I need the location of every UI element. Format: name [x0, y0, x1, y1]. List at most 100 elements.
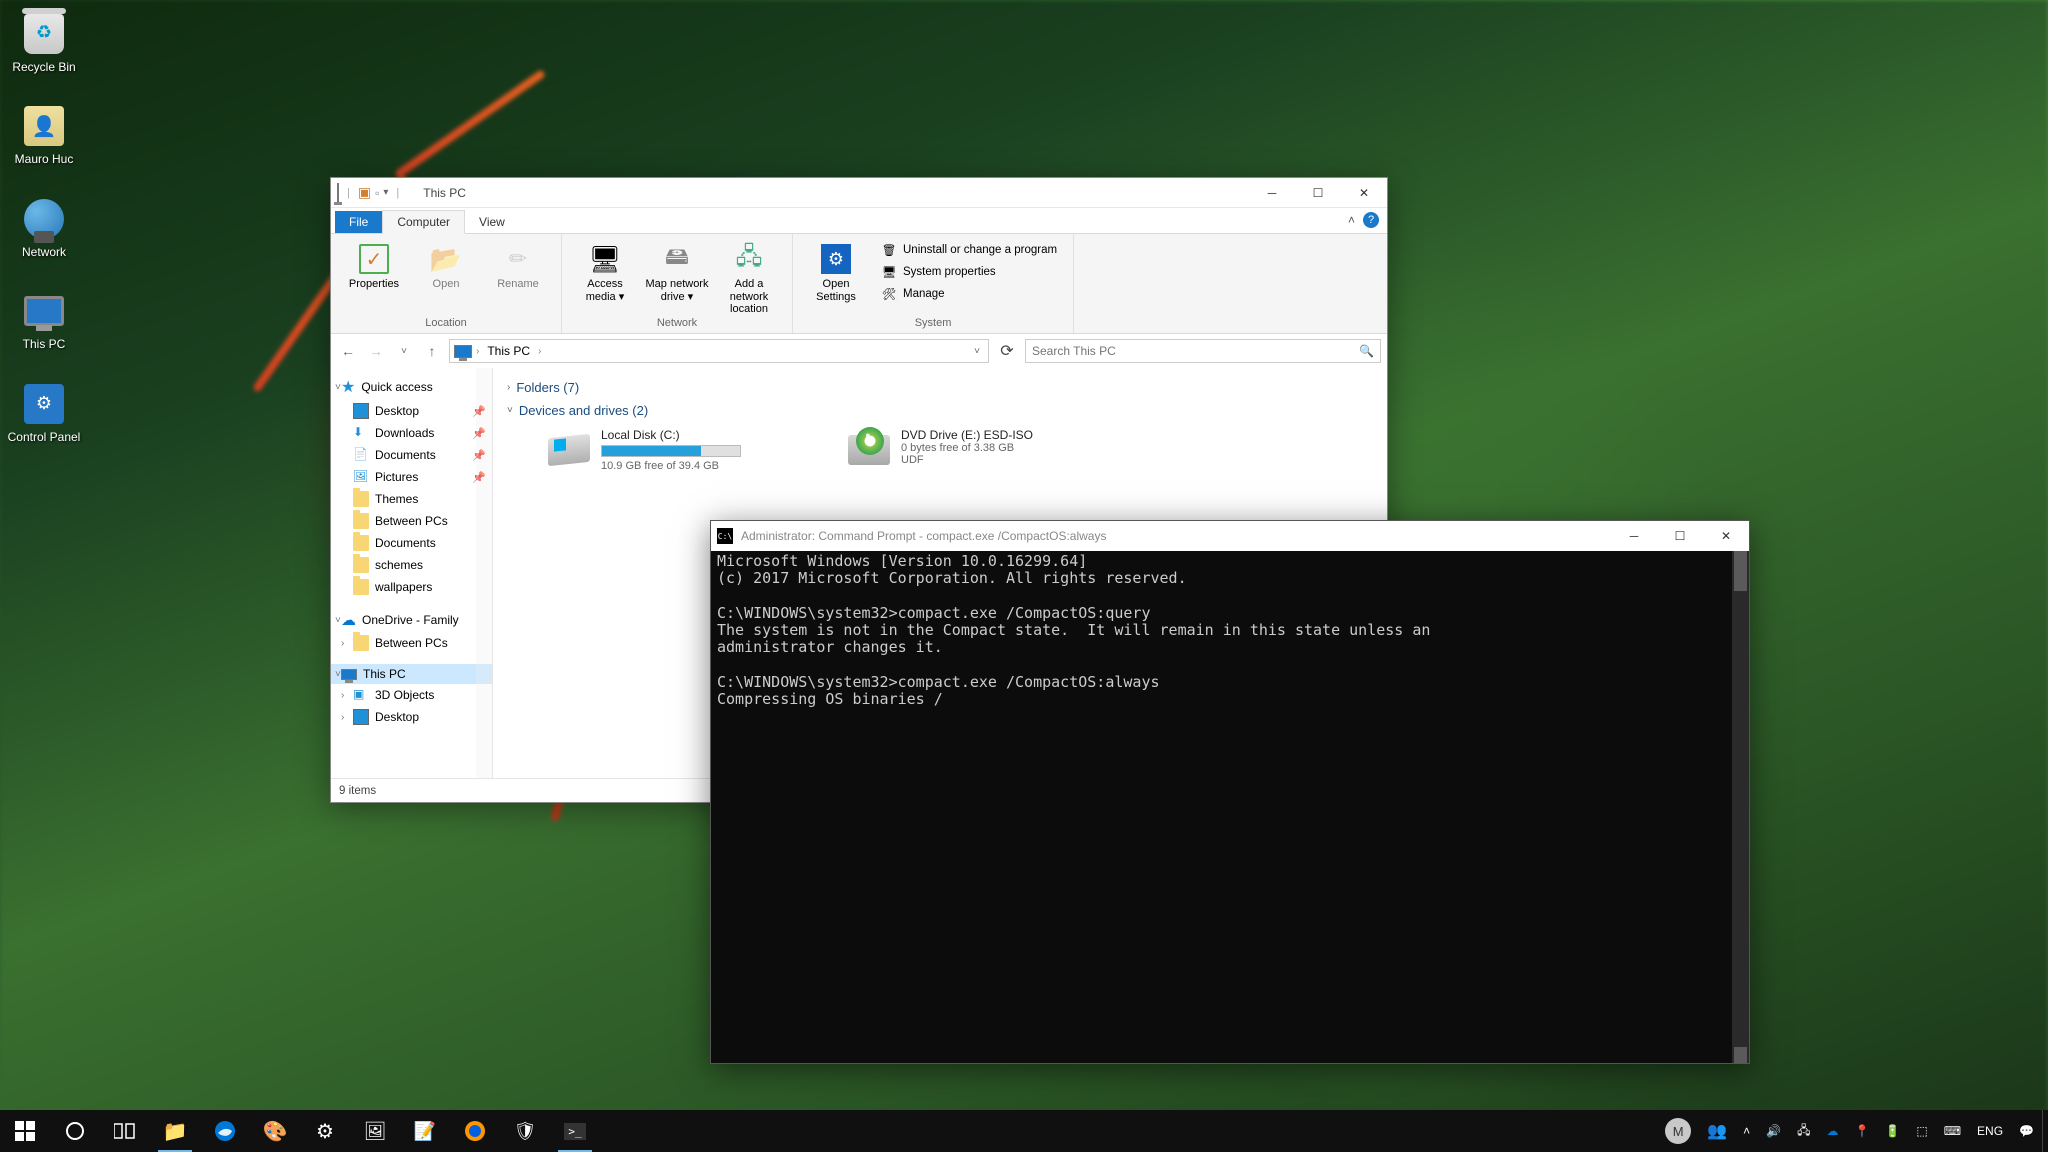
- tree-item-pictures[interactable]: 🖼Pictures📌: [331, 466, 492, 488]
- desktop-icon-control-panel[interactable]: Control Panel: [6, 380, 82, 444]
- taskbar-file-explorer[interactable]: 📁: [150, 1110, 200, 1152]
- cmd-icon: C:\: [717, 528, 733, 544]
- tab-computer[interactable]: Computer: [382, 210, 465, 234]
- ribbon-open-settings-button[interactable]: ⚙Open Settings: [803, 238, 869, 303]
- desktop-icon-this-pc[interactable]: This PC: [6, 287, 82, 351]
- navigation-tree[interactable]: ˅★Quick access Desktop📌 ⬇Downloads📌 📄Doc…: [331, 368, 493, 778]
- ribbon-uninstall-button[interactable]: 🗑Uninstall or change a program: [875, 240, 1063, 260]
- folder-icon: [353, 535, 369, 551]
- tab-view[interactable]: View: [465, 211, 519, 233]
- ribbon-map-drive-button[interactable]: 🖴Map network drive ▾: [644, 238, 710, 303]
- tree-item-documents-2[interactable]: Documents: [331, 532, 492, 554]
- tray-location-icon[interactable]: 📍: [1846, 1110, 1877, 1152]
- taskbar-settings[interactable]: ⚙: [300, 1110, 350, 1152]
- breadcrumb-this-pc[interactable]: This PC: [483, 344, 534, 358]
- qat-new-folder-icon[interactable]: ▫: [375, 186, 379, 200]
- qat-customize-icon[interactable]: ▾: [383, 187, 388, 198]
- start-button[interactable]: [0, 1110, 50, 1152]
- tab-file[interactable]: File: [335, 211, 382, 233]
- cmd-terminal[interactable]: Microsoft Windows [Version 10.0.16299.64…: [711, 551, 1749, 1063]
- tray-keyboard-icon[interactable]: ⌨: [1936, 1110, 1969, 1152]
- drive-dvd-e[interactable]: DVD Drive (E:) ESD-ISO 0 bytes free of 3…: [847, 428, 1117, 472]
- search-icon[interactable]: 🔍: [1359, 344, 1374, 358]
- task-view-button[interactable]: [100, 1110, 150, 1152]
- cortana-button[interactable]: [50, 1110, 100, 1152]
- nav-forward-button[interactable]: →: [365, 340, 387, 362]
- tray-language[interactable]: ENG: [1969, 1110, 2011, 1152]
- ribbon-open-button[interactable]: 📂Open: [413, 238, 479, 291]
- ribbon-collapse-icon[interactable]: ˄: [1348, 213, 1355, 227]
- tree-item-downloads[interactable]: ⬇Downloads📌: [331, 422, 492, 444]
- nav-up-button[interactable]: ↑: [421, 340, 443, 362]
- explorer-titlebar[interactable]: | ▣ ▫ ▾ | This PC ─ ☐ ✕: [331, 178, 1387, 208]
- taskbar-notepad[interactable]: 📝: [400, 1110, 450, 1152]
- desktop-icon-user[interactable]: Mauro Huc: [6, 102, 82, 166]
- manage-icon: 🛠: [881, 286, 897, 302]
- taskbar-photos[interactable]: 🖼: [350, 1110, 400, 1152]
- help-icon[interactable]: ?: [1363, 212, 1379, 228]
- pictures-icon: 🖼: [353, 469, 369, 485]
- search-box[interactable]: 🔍: [1025, 339, 1381, 363]
- tray-people[interactable]: 👥: [1699, 1110, 1735, 1152]
- ribbon-rename-button[interactable]: ✏Rename: [485, 238, 551, 291]
- tray-battery-icon[interactable]: 🔋: [1877, 1110, 1908, 1152]
- tree-this-pc[interactable]: ˅This PC: [331, 664, 492, 684]
- nav-recent-dropdown[interactable]: ˅: [393, 340, 415, 362]
- maximize-button[interactable]: ☐: [1295, 178, 1341, 208]
- tree-item-3d-objects[interactable]: ›▣3D Objects: [331, 684, 492, 706]
- folder-icon: [353, 579, 369, 595]
- tree-item-themes[interactable]: Themes: [331, 488, 492, 510]
- taskbar-cmd[interactable]: >_: [550, 1110, 600, 1152]
- drive-local-c[interactable]: Local Disk (C:) 10.9 GB free of 39.4 GB: [547, 428, 817, 472]
- tree-item-between-pcs-od[interactable]: ›Between PCs: [331, 632, 492, 654]
- ribbon-properties-button[interactable]: ✓Properties: [341, 238, 407, 291]
- tree-item-documents[interactable]: 📄Documents📌: [331, 444, 492, 466]
- group-folders[interactable]: ›Folders (7): [507, 376, 1373, 399]
- refresh-button[interactable]: ⟳: [995, 339, 1019, 363]
- cmd-scrollbar[interactable]: [1732, 551, 1749, 1063]
- taskbar-paint[interactable]: 🎨: [250, 1110, 300, 1152]
- pin-icon: 📌: [472, 427, 486, 440]
- taskbar-edge[interactable]: [200, 1110, 250, 1152]
- ribbon-access-media-button[interactable]: 🖥Access media ▾: [572, 238, 638, 303]
- tree-item-between-pcs[interactable]: Between PCs: [331, 510, 492, 532]
- ribbon-add-location-button[interactable]: 🖧Add a network location: [716, 238, 782, 316]
- tray-touchpad-icon[interactable]: ⬚: [1908, 1110, 1935, 1152]
- desktop-icon-recycle-bin[interactable]: Recycle Bin: [6, 10, 82, 74]
- minimize-button[interactable]: ─: [1249, 178, 1295, 208]
- qat-properties-icon[interactable]: ▣: [358, 184, 371, 201]
- ribbon-group-label: System: [915, 317, 952, 331]
- folder-icon: [353, 557, 369, 573]
- cmd-maximize-button[interactable]: ☐: [1657, 521, 1703, 551]
- search-input[interactable]: [1032, 344, 1359, 358]
- tray-action-center[interactable]: 💬: [2011, 1110, 2042, 1152]
- cmd-close-button[interactable]: ✕: [1703, 521, 1749, 551]
- tree-item-desktop-2[interactable]: ›Desktop: [331, 706, 492, 728]
- tree-quick-access[interactable]: ˅★Quick access: [331, 374, 492, 400]
- tray-volume-icon[interactable]: 🔊: [1758, 1110, 1789, 1152]
- taskbar-defender[interactable]: 🛡: [500, 1110, 550, 1152]
- desktop-icon-network[interactable]: Network: [6, 195, 82, 259]
- tray-user[interactable]: M: [1657, 1110, 1699, 1152]
- address-dropdown-icon[interactable]: ˅: [974, 346, 984, 357]
- tray-onedrive-icon[interactable]: ☁: [1818, 1110, 1846, 1152]
- ribbon-system-properties-button[interactable]: 🖥System properties: [875, 262, 1063, 282]
- tree-item-desktop[interactable]: Desktop📌: [331, 400, 492, 422]
- cmd-titlebar[interactable]: C:\ Administrator: Command Prompt - comp…: [711, 521, 1749, 551]
- tree-item-schemes[interactable]: schemes: [331, 554, 492, 576]
- tree-onedrive[interactable]: ˅☁OneDrive - Family: [331, 608, 492, 632]
- drive-capacity-bar: [601, 445, 741, 457]
- show-desktop-button[interactable]: [2042, 1110, 2048, 1152]
- tray-overflow[interactable]: ˄: [1735, 1110, 1758, 1152]
- cmd-minimize-button[interactable]: ─: [1611, 521, 1657, 551]
- close-button[interactable]: ✕: [1341, 178, 1387, 208]
- address-bar[interactable]: › This PC › ˅: [449, 339, 989, 363]
- nav-back-button[interactable]: ←: [337, 340, 359, 362]
- taskbar-firefox[interactable]: [450, 1110, 500, 1152]
- qat-computer-icon[interactable]: [337, 184, 339, 202]
- ribbon-manage-button[interactable]: 🛠Manage: [875, 284, 1063, 304]
- group-drives[interactable]: ˅Devices and drives (2): [507, 399, 1373, 422]
- tray-network-icon[interactable]: 🖧: [1789, 1110, 1818, 1152]
- star-icon: ★: [341, 377, 355, 397]
- tree-item-wallpapers[interactable]: wallpapers: [331, 576, 492, 598]
